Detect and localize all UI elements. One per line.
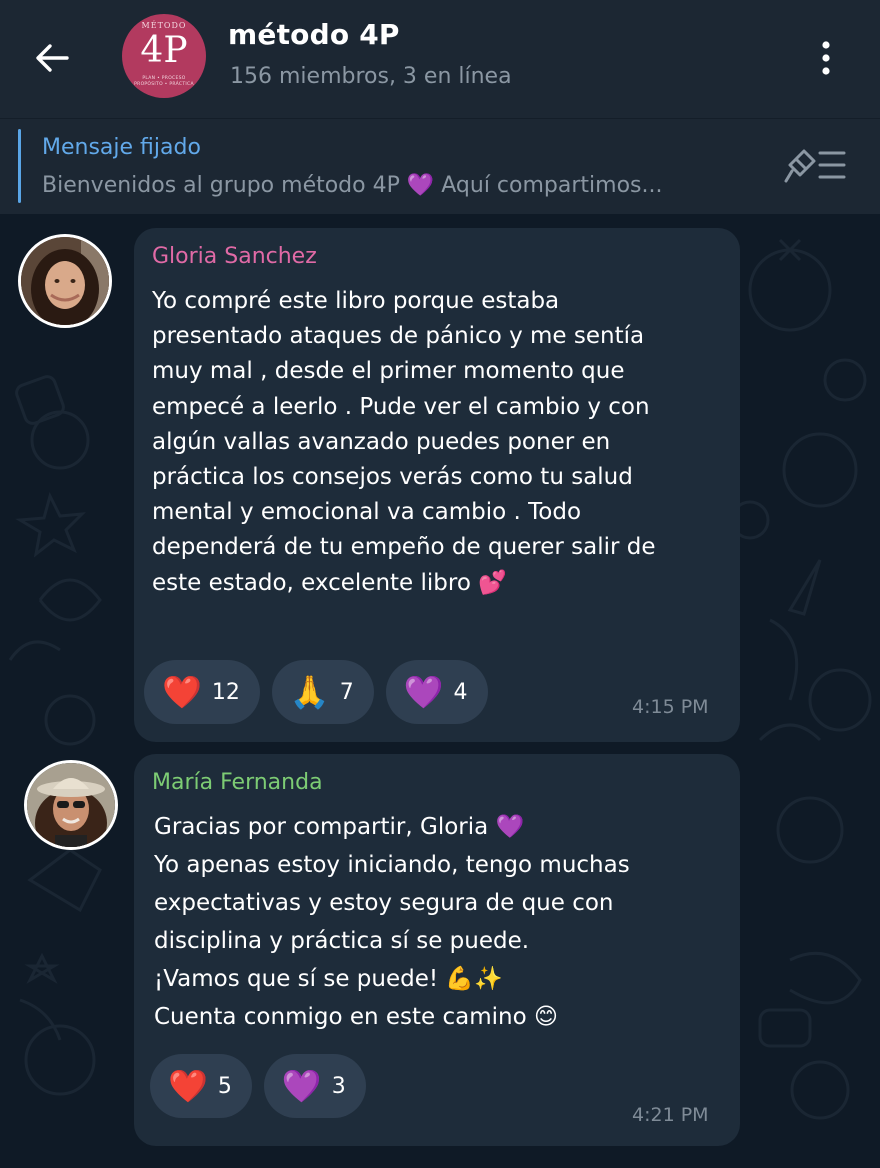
group-avatar[interactable]: MÉTODO 4P PLAN • PROCESO PROPÓSITO • PRÁ…: [122, 14, 206, 98]
reactions-row: ❤️ 12 🙏 7 💜 4: [144, 660, 488, 724]
group-title[interactable]: método 4P: [228, 18, 400, 51]
purple-heart-icon: 💜: [403, 673, 444, 711]
pinned-title: Mensaje fijado: [42, 135, 201, 160]
group-avatar-sub-text-2: PROPÓSITO • PRÁCTICA: [134, 82, 194, 87]
group-avatar-logo-text: 4P: [140, 30, 188, 71]
more-menu-button[interactable]: [806, 36, 846, 80]
purple-heart-icon: 💜: [281, 1067, 322, 1105]
avatar-gloria-sanchez[interactable]: [18, 234, 112, 328]
message-time: 4:21 PM: [632, 1104, 709, 1126]
message-sender[interactable]: María Fernanda: [152, 770, 323, 795]
reaction-count: 7: [339, 679, 354, 705]
message-time: 4:15 PM: [632, 696, 709, 718]
arrow-left-icon: [36, 44, 69, 72]
message-bubble[interactable]: Gloria Sanchez Yo compré este libro porq…: [134, 228, 740, 742]
more-vertical-icon: [822, 41, 830, 75]
pinned-indicator: [18, 129, 21, 203]
reaction-count: 5: [217, 1073, 232, 1099]
message-bubble[interactable]: María Fernanda Gracias por compartir, Gl…: [134, 754, 740, 1146]
pin-list-icon[interactable]: [782, 143, 848, 187]
reaction-heart[interactable]: ❤️ 5: [150, 1054, 252, 1118]
back-button[interactable]: [30, 36, 74, 80]
reaction-heart[interactable]: ❤️ 12: [144, 660, 260, 724]
group-members-status: 156 miembros, 3 en línea: [230, 64, 512, 89]
reaction-pray[interactable]: 🙏 7: [271, 660, 374, 724]
pinned-preview-text: Bienvenidos al grupo método 4P 💜 Aquí co…: [42, 173, 663, 198]
profile-photo: [21, 237, 109, 325]
reaction-count: 12: [211, 679, 240, 705]
chat-header: MÉTODO 4P PLAN • PROCESO PROPÓSITO • PRÁ…: [0, 0, 880, 118]
message-text: Gracias por compartir, Gloria 💜 Yo apena…: [154, 814, 630, 1030]
message-sender[interactable]: Gloria Sanchez: [152, 244, 317, 269]
red-heart-icon: ❤️: [162, 673, 202, 711]
red-heart-icon: ❤️: [168, 1067, 208, 1105]
reaction-purple-heart[interactable]: 💜 4: [385, 660, 488, 724]
reaction-count: 4: [453, 679, 468, 705]
folded-hands-icon: 🙏: [289, 673, 330, 711]
avatar-maria-fernanda[interactable]: [24, 760, 118, 850]
message-text: Yo compré este libro porque estaba prese…: [152, 288, 656, 596]
pinned-message-bar[interactable]: Mensaje fijado Bienvenidos al grupo méto…: [0, 118, 880, 214]
reactions-row: ❤️ 5 💜 3: [150, 1054, 366, 1118]
reaction-count: 3: [331, 1073, 346, 1099]
profile-photo: [27, 763, 115, 847]
reaction-purple-heart[interactable]: 💜 3: [263, 1054, 366, 1118]
